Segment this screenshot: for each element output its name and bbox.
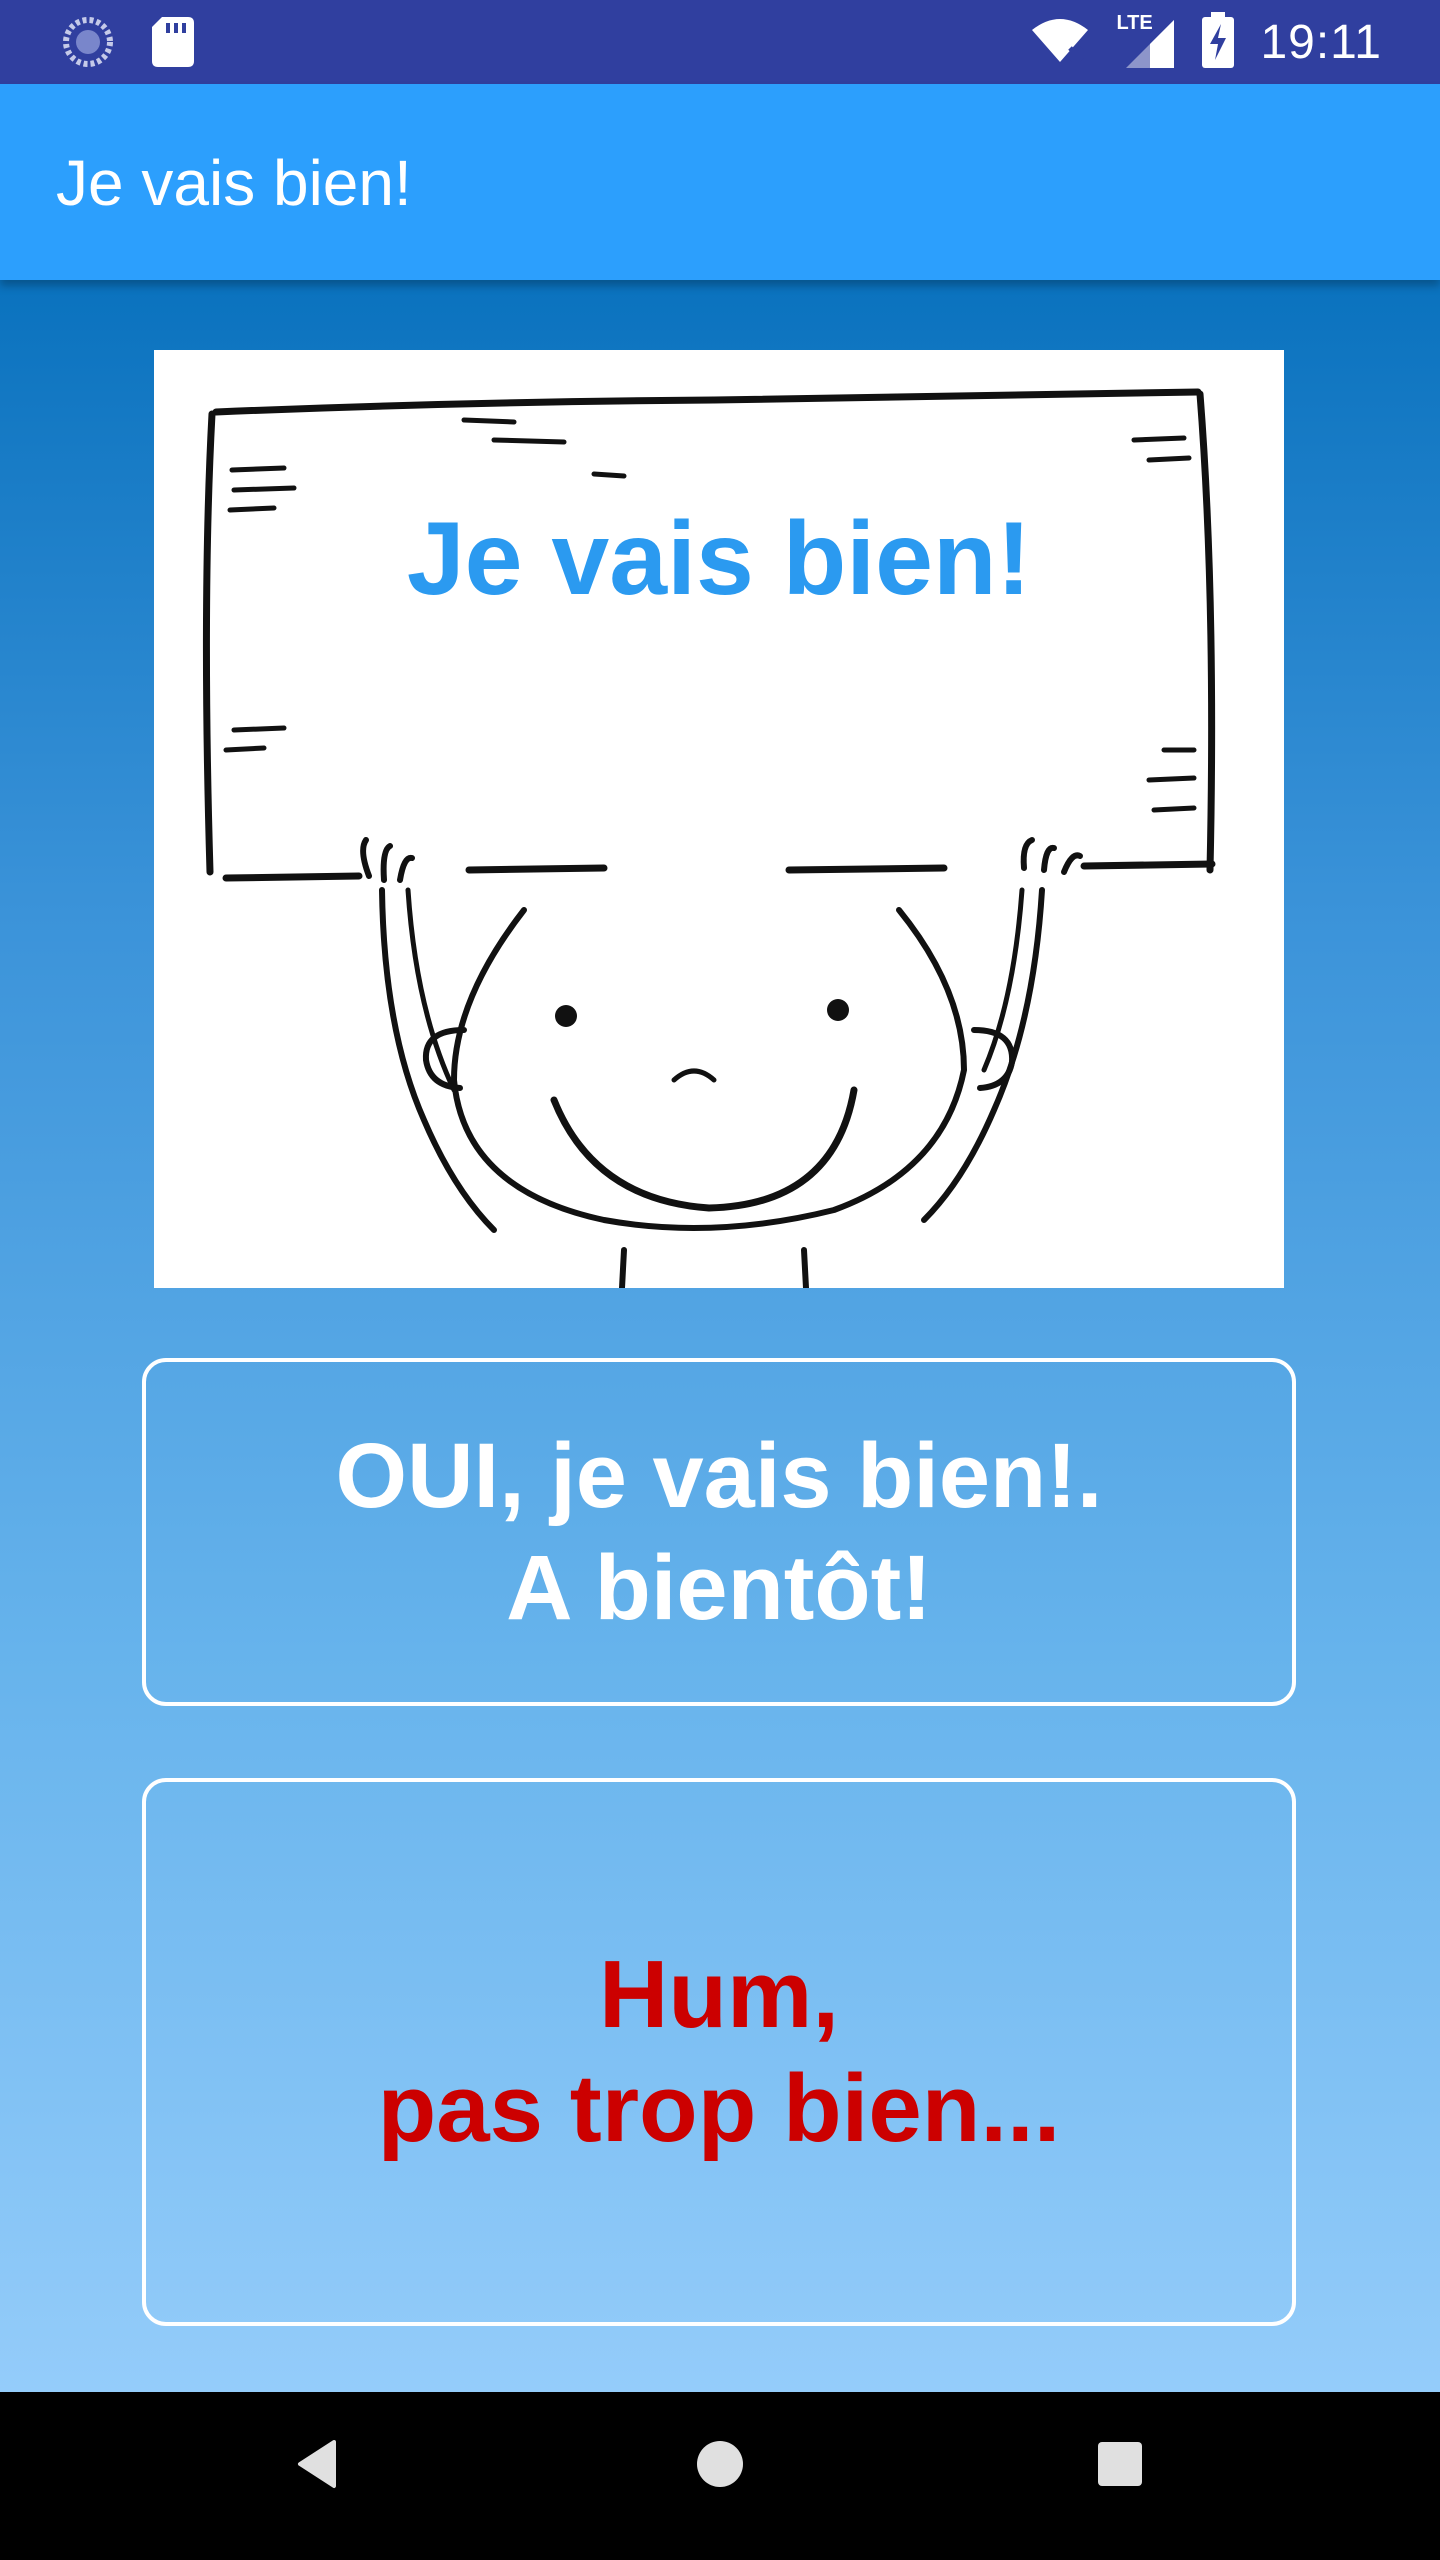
screen: LTE 19:11 Je vais bien! Je vais bien! OU…	[0, 0, 1440, 2560]
signal-icon: LTE	[1116, 12, 1176, 70]
back-icon[interactable]	[290, 2436, 346, 2497]
sign-text: Je vais bien!	[406, 501, 1032, 617]
no-button-label: Hum, pas trop bien...	[377, 1941, 1061, 2162]
navigation-bar	[0, 2392, 1440, 2560]
smiley-sign-image: Je vais bien!	[154, 350, 1284, 1288]
sync-icon	[62, 16, 114, 73]
home-icon[interactable]	[694, 2436, 746, 2497]
app-bar: Je vais bien!	[0, 84, 1440, 280]
wifi-icon	[1030, 16, 1090, 69]
not-so-well-button[interactable]: Hum, pas trop bien...	[142, 1778, 1296, 2326]
sd-card-icon	[152, 17, 194, 72]
battery-charging-icon	[1202, 11, 1235, 73]
recents-icon[interactable]	[1096, 2436, 1144, 2497]
main-content: Je vais bien! OUI, je vais bien!. A bien…	[0, 280, 1440, 2392]
app-bar-title: Je vais bien!	[56, 147, 412, 219]
yes-doing-well-button[interactable]: OUI, je vais bien!. A bientôt!	[142, 1358, 1296, 1706]
status-bar: LTE 19:11	[0, 0, 1440, 84]
smiley-holding-sign-drawing	[202, 388, 1216, 1288]
yes-button-label: OUI, je vais bien!. A bientôt!	[335, 1425, 1103, 1639]
clock: 19:11	[1260, 15, 1382, 69]
